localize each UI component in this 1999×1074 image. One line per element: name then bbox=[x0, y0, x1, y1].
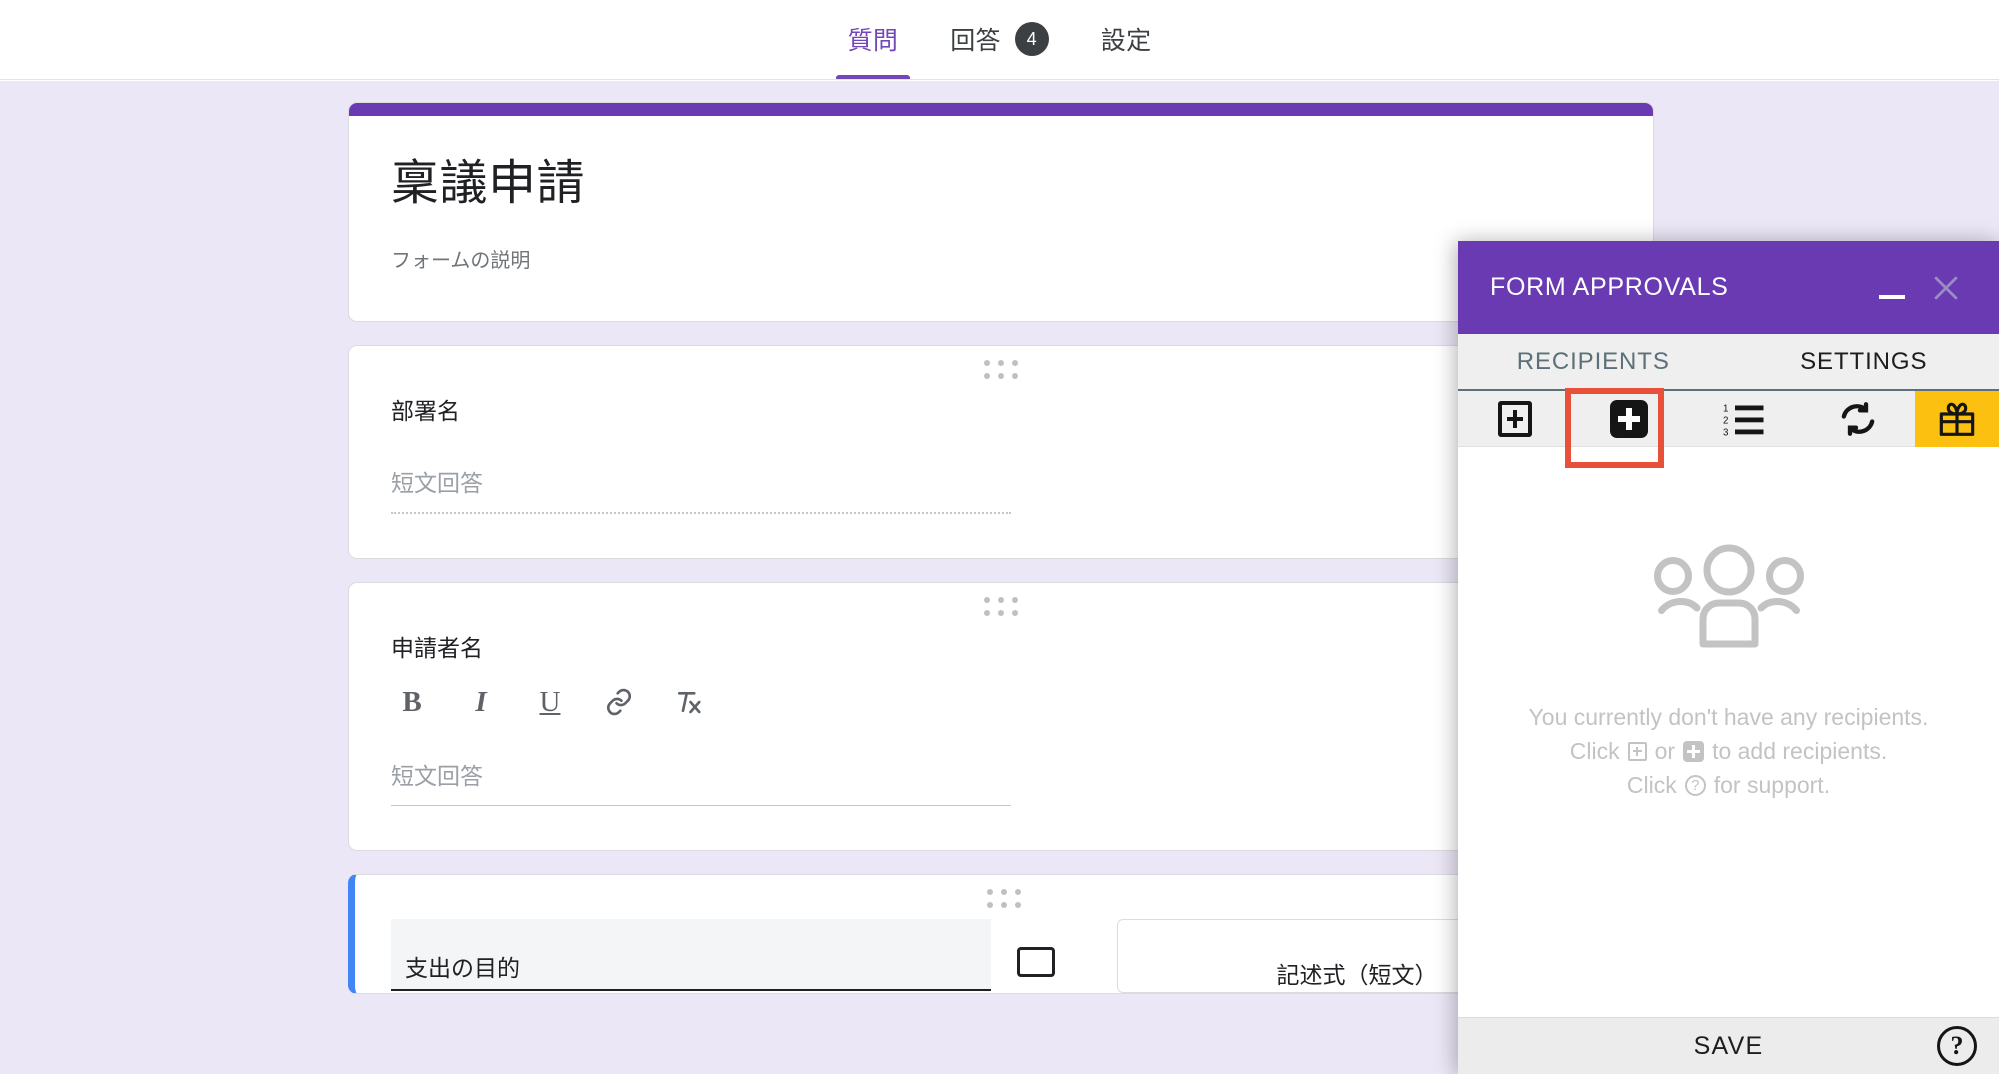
add-recipient-outline-icon-inline bbox=[1627, 741, 1647, 761]
panel-title: FORM APPROVALS bbox=[1490, 273, 1729, 301]
empty-line-2-pre: Click bbox=[1569, 738, 1620, 765]
question-3-title-input[interactable]: 支出の目的 bbox=[391, 919, 991, 991]
question-2-label[interactable]: 申請者名 bbox=[391, 629, 1611, 663]
panel-header: FORM APPROVALS bbox=[1458, 241, 1999, 334]
question-3-type-label: 記述式（短文） bbox=[1276, 962, 1438, 988]
tab-questions-label: 質問 bbox=[847, 27, 899, 55]
help-icon[interactable]: ? bbox=[1937, 1026, 1977, 1066]
link-icon[interactable] bbox=[602, 685, 636, 719]
panel-toolbar: 1 2 3 bbox=[1458, 388, 1999, 468]
empty-line-1-text: You currently don't have any recipients. bbox=[1528, 704, 1929, 730]
minimize-icon[interactable] bbox=[1865, 261, 1919, 315]
tab-responses[interactable]: 回答 4 bbox=[924, 0, 1075, 79]
panel-tabs: RECIPIENTS SETTINGS bbox=[1458, 334, 1999, 391]
tab-recipients-label: RECIPIENTS bbox=[1516, 347, 1670, 375]
empty-line-3: Click ? for support. bbox=[1529, 768, 1929, 802]
bold-icon[interactable]: B bbox=[395, 685, 429, 719]
tab-recipients[interactable]: RECIPIENTS bbox=[1458, 334, 1729, 389]
empty-line-3-pre: Click bbox=[1626, 772, 1677, 799]
clear-formatting-icon[interactable] bbox=[671, 685, 705, 719]
empty-line-3-post: for support. bbox=[1713, 772, 1831, 799]
refresh-icon[interactable] bbox=[1801, 391, 1915, 447]
tab-settings-label: 設定 bbox=[1100, 27, 1152, 55]
gift-icon[interactable] bbox=[1915, 390, 1999, 447]
form-approvals-panel: FORM APPROVALS RECIPIENTS SETTINGS 1 2 3… bbox=[1458, 241, 1999, 1074]
svg-text:1: 1 bbox=[1723, 403, 1728, 414]
question-2-answer-placeholder: 短文回答 bbox=[391, 757, 1011, 806]
form-title[interactable]: 稟議申請 bbox=[391, 154, 1611, 214]
add-recipient-filled-icon-inline bbox=[1683, 740, 1705, 762]
underline-icon[interactable]: U bbox=[533, 685, 567, 719]
close-icon[interactable] bbox=[1919, 261, 1973, 315]
form-description[interactable]: フォームの説明 bbox=[391, 244, 1611, 273]
add-recipient-outline-icon[interactable] bbox=[1458, 391, 1572, 447]
tab-panel-settings[interactable]: SETTINGS bbox=[1729, 334, 1999, 389]
svg-text:2: 2 bbox=[1723, 415, 1728, 426]
empty-line-1: You currently don't have any recipients. bbox=[1529, 700, 1929, 734]
help-icon-inline: ? bbox=[1684, 774, 1706, 796]
tab-responses-label: 回答 bbox=[950, 27, 1001, 55]
italic-icon[interactable]: I bbox=[464, 685, 498, 719]
tab-panel-settings-label: SETTINGS bbox=[1800, 347, 1928, 375]
insert-image-icon[interactable] bbox=[1017, 947, 1055, 977]
group-of-people-icon bbox=[1631, 543, 1827, 654]
tab-questions[interactable]: 質問 bbox=[822, 0, 925, 79]
form-accent-stripe bbox=[349, 103, 1653, 116]
top-tab-bar: 質問 回答 4 設定 bbox=[0, 0, 1999, 80]
form-tabs: 質問 回答 4 設定 bbox=[822, 0, 1178, 79]
empty-state-text: You currently don't have any recipients.… bbox=[1529, 700, 1929, 802]
empty-line-2-post: to add recipients. bbox=[1712, 738, 1888, 765]
question-1-label[interactable]: 部署名 bbox=[391, 392, 1611, 426]
recipients-empty-state: You currently don't have any recipients.… bbox=[1458, 447, 1999, 1017]
text-format-toolbar: B I U bbox=[395, 685, 1611, 719]
empty-line-2-mid: or bbox=[1654, 738, 1676, 765]
add-recipient-filled-icon[interactable] bbox=[1572, 391, 1686, 447]
question-1-answer-placeholder: 短文回答 bbox=[391, 464, 1011, 514]
empty-line-2: Click or to add recipients. bbox=[1529, 734, 1929, 768]
order-list-icon[interactable]: 1 2 3 bbox=[1687, 391, 1801, 447]
tab-settings[interactable]: 設定 bbox=[1075, 0, 1178, 79]
responses-count-badge: 4 bbox=[1014, 22, 1049, 56]
question-3-label: 支出の目的 bbox=[405, 955, 520, 981]
svg-text:3: 3 bbox=[1723, 427, 1728, 437]
save-button[interactable]: SAVE bbox=[1458, 1032, 1999, 1061]
panel-footer: SAVE ? bbox=[1458, 1017, 1999, 1074]
